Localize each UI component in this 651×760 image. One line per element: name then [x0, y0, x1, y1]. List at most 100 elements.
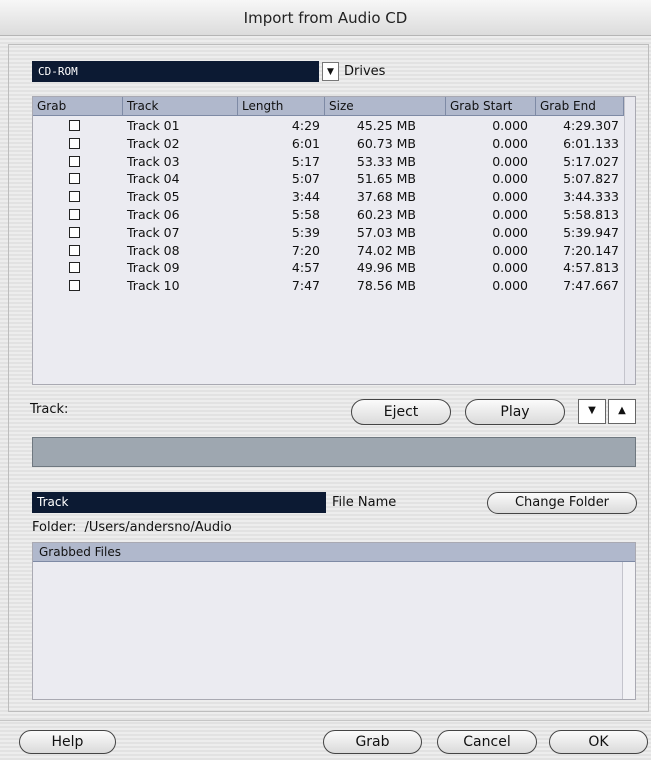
window-title: Import from Audio CD: [243, 9, 408, 27]
play-button[interactable]: Play: [465, 399, 565, 425]
grab-checkbox[interactable]: [69, 226, 80, 238]
cell-end: 4:57.813: [563, 260, 619, 276]
footer-divider: [0, 720, 651, 721]
grabbed-files-scrollbar[interactable]: [622, 562, 635, 699]
cell-start: 0.000: [492, 224, 528, 240]
cell-start: 0.000: [492, 278, 528, 294]
table-row[interactable]: Track 01 4:29 45.25 MB 0.000 4:29.307: [33, 117, 623, 135]
cell-track: Track 06: [127, 207, 180, 222]
triangle-down-icon[interactable]: ▼: [578, 399, 606, 424]
grab-checkbox[interactable]: [69, 262, 80, 274]
track-label: Track:: [30, 402, 69, 417]
table-row[interactable]: Track 07 5:39 57.03 MB 0.000 5:39.947: [33, 224, 623, 242]
cell-length: 4:29: [291, 118, 320, 133]
cell-end: 5:39.947: [563, 224, 619, 240]
cell-track: Track 04: [127, 171, 180, 187]
eject-button[interactable]: Eject: [351, 399, 451, 425]
table-row[interactable]: Track 05 3:44 37.68 MB 0.000 3:44.333: [33, 188, 623, 206]
cell-end: 3:44.333: [563, 189, 619, 205]
file-name-label: File Name: [332, 495, 397, 510]
drive-select[interactable]: CD-ROM: [32, 61, 319, 82]
column-header-grab-end[interactable]: Grab End: [536, 97, 624, 116]
cell-track: Track 01: [127, 118, 180, 133]
table-row[interactable]: Track 04 5:07 51.65 MB 0.000 5:07.827: [33, 170, 623, 188]
grab-checkbox[interactable]: [69, 173, 80, 185]
cell-end: 6:01.133: [563, 135, 619, 151]
grab-checkbox[interactable]: [69, 155, 80, 167]
column-header-track[interactable]: Track: [123, 97, 238, 116]
cell-length: 4:57: [291, 260, 320, 276]
cell-track: Track 10: [127, 278, 180, 294]
cell-size: 45.25 MB: [356, 118, 416, 133]
cell-length: 5:07: [291, 171, 320, 187]
cell-size: 78.56 MB: [356, 278, 416, 294]
folder-path: /Users/andersno/Audio: [84, 520, 232, 535]
triangle-up-icon[interactable]: ▲: [608, 399, 636, 424]
folder-label: Folder:: [32, 520, 77, 535]
folder-line: Folder: /Users/andersno/Audio: [32, 519, 232, 537]
table-header: Grab Track Length Size Grab Start Grab E…: [33, 97, 624, 116]
cell-end: 4:29.307: [563, 118, 619, 133]
cell-track: Track 08: [127, 242, 180, 258]
cell-end: 5:07.827: [563, 171, 619, 187]
cell-track: Track 05: [127, 189, 180, 205]
grab-checkbox[interactable]: [69, 244, 80, 256]
ok-button[interactable]: OK: [549, 730, 648, 754]
change-folder-button[interactable]: Change Folder: [487, 492, 637, 514]
grab-button[interactable]: Grab: [323, 730, 422, 754]
column-header-grab[interactable]: Grab: [33, 97, 123, 116]
cell-size: 60.23 MB: [356, 207, 416, 222]
table-row[interactable]: Track 08 7:20 74.02 MB 0.000 7:20.147: [33, 242, 623, 260]
help-button[interactable]: Help: [19, 730, 116, 754]
cell-size: 74.02 MB: [356, 242, 416, 258]
table-scrollbar[interactable]: [624, 97, 635, 384]
cell-length: 6:01: [291, 135, 320, 151]
cell-start: 0.000: [492, 118, 528, 133]
cell-track: Track 07: [127, 224, 180, 240]
table-row[interactable]: Track 02 6:01 60.73 MB 0.000 6:01.133: [33, 135, 623, 153]
cell-track: Track 03: [127, 153, 180, 169]
grab-checkbox[interactable]: [69, 137, 80, 149]
cell-length: 7:47: [291, 278, 320, 294]
cell-length: 3:44: [291, 189, 320, 205]
cancel-button[interactable]: Cancel: [437, 730, 537, 754]
grab-checkbox[interactable]: [69, 120, 80, 131]
track-name-field[interactable]: Track: [32, 492, 326, 513]
cell-start: 0.000: [492, 207, 528, 222]
cell-size: 60.73 MB: [356, 135, 416, 151]
progress-bar: [32, 437, 636, 467]
table-row[interactable]: Track 09 4:57 49.96 MB 0.000 4:57.813: [33, 259, 623, 277]
cell-size: 51.65 MB: [356, 171, 416, 187]
cell-start: 0.000: [492, 242, 528, 258]
cell-size: 49.96 MB: [356, 260, 416, 276]
cell-start: 0.000: [492, 171, 528, 187]
cell-length: 5:58: [291, 207, 320, 222]
cell-start: 0.000: [492, 189, 528, 205]
cell-end: 7:47.667: [563, 278, 619, 294]
table-row[interactable]: Track 10 7:47 78.56 MB 0.000 7:47.667: [33, 277, 623, 295]
cell-length: 5:39: [291, 224, 320, 240]
track-table: Grab Track Length Size Grab Start Grab E…: [32, 96, 636, 385]
cell-start: 0.000: [492, 135, 528, 151]
cell-length: 7:20: [291, 242, 320, 258]
cell-size: 57.03 MB: [356, 224, 416, 240]
cell-end: 5:58.813: [563, 207, 619, 222]
cell-size: 37.68 MB: [356, 189, 416, 205]
cell-end: 5:17.027: [563, 153, 619, 169]
drives-label: Drives: [344, 64, 386, 79]
grabbed-files-header[interactable]: Grabbed Files: [33, 543, 635, 562]
grab-checkbox[interactable]: [69, 209, 80, 220]
column-header-grab-start[interactable]: Grab Start: [446, 97, 536, 116]
cell-start: 0.000: [492, 260, 528, 276]
cell-track: Track 09: [127, 260, 180, 276]
cell-length: 5:17: [291, 153, 320, 169]
grab-checkbox[interactable]: [69, 191, 80, 203]
grab-checkbox[interactable]: [69, 280, 80, 292]
grabbed-files-list: Grabbed Files: [32, 542, 636, 700]
column-header-length[interactable]: Length: [238, 97, 325, 116]
drive-dropdown-arrow-icon[interactable]: ▼: [322, 62, 339, 81]
column-header-size[interactable]: Size: [325, 97, 446, 116]
table-row[interactable]: Track 06 5:58 60.23 MB 0.000 5:58.813: [33, 206, 623, 224]
cell-track: Track 02: [127, 135, 180, 151]
table-row[interactable]: Track 03 5:17 53.33 MB 0.000 5:17.027: [33, 153, 623, 171]
